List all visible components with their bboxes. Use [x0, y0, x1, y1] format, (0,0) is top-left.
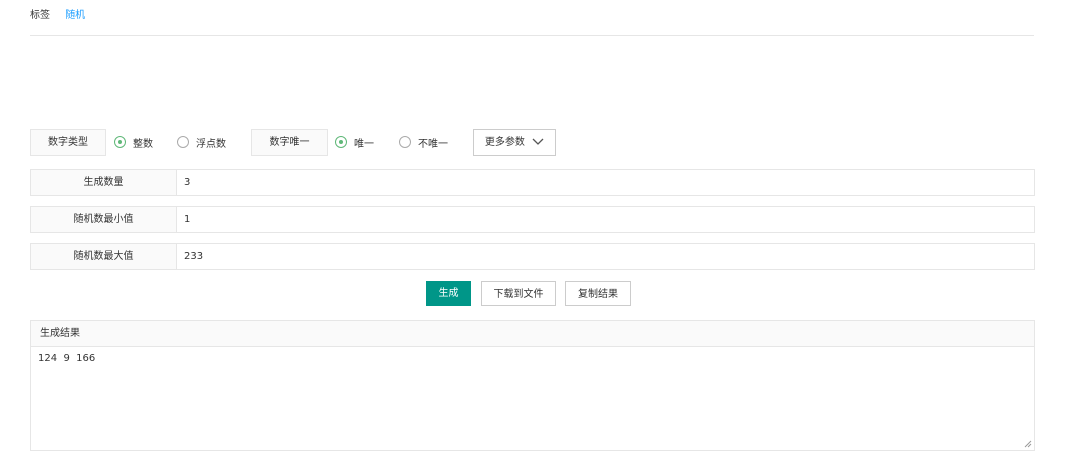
max-label: 随机数最大值 — [31, 244, 177, 269]
divider — [30, 35, 1034, 36]
radio-checked-icon — [335, 136, 347, 148]
options-row: 数字类型 整数 浮点数 数字唯一 唯一 不唯一 更多参数 — [30, 129, 630, 156]
radio-integer-label: 整数 — [133, 138, 153, 150]
chevron-down-icon — [532, 138, 544, 145]
more-params-label: 更多参数 — [484, 137, 525, 148]
radio-unchecked-icon — [399, 136, 411, 148]
count-label: 生成数量 — [31, 170, 177, 195]
radio-float[interactable]: 浮点数 — [177, 134, 226, 150]
max-input[interactable]: 233 — [177, 244, 1034, 269]
max-field: 随机数最大值 233 — [30, 243, 1035, 270]
radio-unique-label: 唯一 — [354, 138, 374, 150]
generate-button[interactable]: 生成 — [426, 281, 471, 306]
radio-integer[interactable]: 整数 — [114, 134, 153, 150]
resize-handle-icon[interactable] — [1024, 440, 1032, 448]
download-button[interactable]: 下载到文件 — [481, 281, 556, 306]
more-params-button[interactable]: 更多参数 — [473, 129, 556, 156]
min-input[interactable]: 1 — [177, 207, 1034, 232]
breadcrumb-item-random[interactable]: 随机 — [65, 10, 85, 21]
radio-checked-icon — [114, 136, 126, 148]
result-title: 生成结果 — [31, 321, 1034, 347]
breadcrumb: 标签 随机 — [30, 9, 85, 25]
radio-float-label: 浮点数 — [196, 138, 226, 150]
result-textarea[interactable]: 124 9 166 — [31, 347, 1034, 370]
min-label: 随机数最小值 — [31, 207, 177, 232]
count-input[interactable]: 3 — [177, 170, 1034, 195]
number-type-label: 数字类型 — [30, 129, 106, 156]
number-unique-label: 数字唯一 — [251, 129, 328, 156]
result-panel: 生成结果 124 9 166 — [30, 320, 1035, 451]
radio-unique[interactable]: 唯一 — [335, 134, 374, 150]
radio-unchecked-icon — [177, 136, 189, 148]
count-field: 生成数量 3 — [30, 169, 1035, 196]
copy-result-button[interactable]: 复制结果 — [565, 281, 631, 306]
min-field: 随机数最小值 1 — [30, 206, 1035, 233]
radio-not-unique-label: 不唯一 — [418, 138, 448, 150]
breadcrumb-item-tags[interactable]: 标签 — [30, 10, 50, 21]
radio-not-unique[interactable]: 不唯一 — [399, 134, 448, 150]
